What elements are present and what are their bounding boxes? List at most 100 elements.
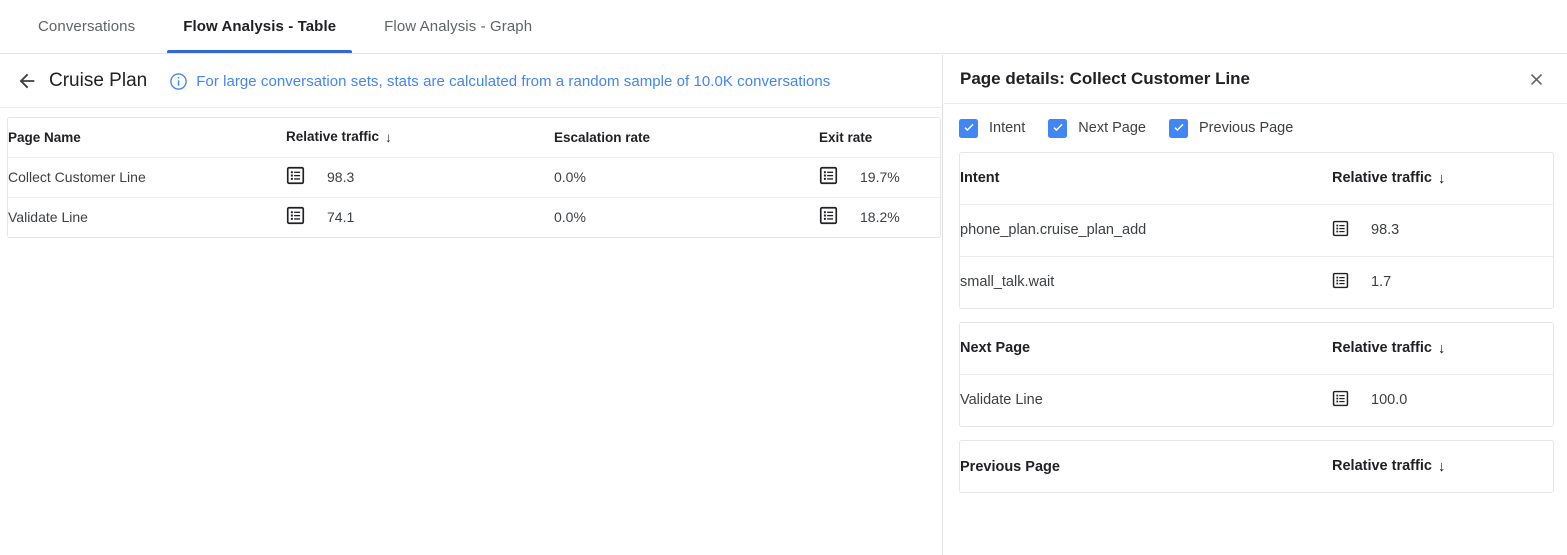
cell-exit-rate: 19.7% [819,157,940,197]
column-label: Page Name [8,130,81,145]
sampling-info-text: For large conversation sets, stats are c… [196,73,830,90]
cell-relative-traffic: 100.0 [1332,374,1553,426]
sampling-info: For large conversation sets, stats are c… [169,72,830,91]
column-header-previous-page[interactable]: Previous Page [960,441,1332,492]
cell-relative-traffic: 98.3 [286,157,554,197]
filter-checkbox-intent[interactable]: Intent [959,119,1025,138]
column-header-intent[interactable]: Intent [960,153,1332,204]
relative-traffic-value: 100.0 [1371,392,1407,408]
column-label: Previous Page [960,459,1060,475]
table-row[interactable]: small_talk.wait [960,256,1553,308]
column-label: Next Page [960,340,1030,356]
cell-page-name: Collect Customer Line [8,157,286,197]
checkbox-checked-icon[interactable] [1048,119,1067,138]
intent-table: Intent Relative traffic ↓ phone_plan.crui… [960,153,1553,308]
cell-escalation-rate: 0.0% [554,197,819,237]
relative-traffic-value: 98.3 [327,169,354,185]
column-label: Relative traffic [286,129,379,144]
relative-traffic-value: 98.3 [1371,222,1399,238]
column-label: Relative traffic [1332,458,1432,474]
column-header-relative-traffic[interactable]: Relative traffic ↓ [1332,323,1553,374]
tab-label: Flow Analysis - Table [183,18,336,35]
view-list-icon[interactable] [1332,390,1349,411]
column-label: Intent [960,170,999,186]
checkbox-checked-icon[interactable] [1169,119,1188,138]
filter-label: Next Page [1078,120,1146,136]
column-label: Escalation rate [554,130,650,145]
tab-conversations[interactable]: Conversations [14,0,159,53]
column-label: Relative traffic [1332,170,1432,186]
tab-label: Flow Analysis - Graph [384,18,532,35]
intent-name-text: phone_plan.cruise_plan_add [960,222,1146,238]
column-label: Relative traffic [1332,340,1432,356]
sort-descending-icon: ↓ [1438,171,1445,187]
cell-relative-traffic: 1.7 [1332,256,1553,308]
relative-traffic-value: 1.7 [1371,274,1391,290]
page-details-title: Page details: Collect Customer Line [960,69,1250,89]
filter-label: Previous Page [1199,120,1293,136]
exit-rate-value: 19.7% [860,169,900,185]
column-header-relative-traffic[interactable]: Relative traffic ↓ [1332,153,1553,204]
table-row[interactable]: Validate Line [960,374,1553,426]
sort-descending-icon: ↓ [1438,341,1445,357]
cell-escalation-rate: 0.0% [554,157,819,197]
filter-checkbox-previous-page[interactable]: Previous Page [1169,119,1293,138]
relative-traffic-value: 74.1 [327,209,354,225]
page-name-text: Collect Customer Line [8,169,146,185]
detail-card-intent: Intent Relative traffic ↓ phone_plan.crui… [959,152,1554,309]
tab-flow-analysis-table[interactable]: Flow Analysis - Table [159,0,360,53]
sort-descending-icon: ↓ [385,130,392,145]
cell-page-name: Validate Line [8,197,286,237]
tab-label: Conversations [38,18,135,35]
detail-filter-row: Intent Next Page Previous Page [944,104,1567,152]
view-list-icon[interactable] [286,206,305,228]
page-header: Cruise Plan For large conversation sets,… [0,55,942,108]
page-details-panel: Page details: Collect Customer Line Inte… [944,55,1567,555]
column-header-relative-traffic[interactable]: Relative traffic ↓ [286,118,554,157]
checkbox-checked-icon[interactable] [959,119,978,138]
table-row[interactable]: Collect Customer Line [8,157,940,197]
previous-page-table: Previous Page Relative traffic ↓ [960,441,1553,492]
exit-rate-value: 18.2% [860,209,900,225]
table-row[interactable]: Validate Line [8,197,940,237]
filter-label: Intent [989,120,1025,136]
view-list-icon[interactable] [286,166,305,188]
page-title: Cruise Plan [49,70,147,92]
arrow-left-icon[interactable] [14,68,40,94]
cell-intent-name: phone_plan.cruise_plan_add [960,204,1332,256]
sort-descending-icon: ↓ [1438,459,1445,475]
column-header-exit-rate[interactable]: Exit rate [819,118,940,157]
main-tab-bar: Conversations Flow Analysis - Table Flow… [0,0,1567,54]
table-header-row: Previous Page Relative traffic ↓ [960,441,1553,492]
column-header-relative-traffic[interactable]: Relative traffic ↓ [1332,441,1553,492]
tab-flow-analysis-graph[interactable]: Flow Analysis - Graph [360,0,556,53]
intent-name-text: small_talk.wait [960,274,1054,290]
detail-card-previous-page: Previous Page Relative traffic ↓ [959,440,1554,493]
flow-table-pane: Cruise Plan For large conversation sets,… [0,55,943,555]
cell-exit-rate: 18.2% [819,197,940,237]
view-list-icon[interactable] [1332,272,1349,293]
column-header-next-page[interactable]: Next Page [960,323,1332,374]
view-list-icon[interactable] [819,206,838,228]
table-row[interactable]: phone_plan.cruise_plan_add [960,204,1553,256]
table-header-row: Page Name Relative traffic ↓ Escalation r… [8,118,940,157]
flow-analysis-page: Conversations Flow Analysis - Table Flow… [0,0,1567,555]
column-label: Exit rate [819,130,872,145]
cell-relative-traffic: 74.1 [286,197,554,237]
close-icon[interactable] [1523,66,1549,92]
table-header-row: Next Page Relative traffic ↓ [960,323,1553,374]
page-name-text: Validate Line [8,209,88,225]
view-list-icon[interactable] [819,166,838,188]
page-details-header: Page details: Collect Customer Line [944,55,1567,104]
next-page-name-text: Validate Line [960,392,1043,408]
flow-table: Page Name Relative traffic ↓ Escalation r… [8,118,940,237]
view-list-icon[interactable] [1332,220,1349,241]
cell-relative-traffic: 98.3 [1332,204,1553,256]
column-header-escalation-rate[interactable]: Escalation rate [554,118,819,157]
column-header-page-name[interactable]: Page Name [8,118,286,157]
escalation-rate-value: 0.0% [554,209,586,225]
filter-checkbox-next-page[interactable]: Next Page [1048,119,1146,138]
escalation-rate-value: 0.0% [554,169,586,185]
flow-table-card: Page Name Relative traffic ↓ Escalation r… [7,117,941,238]
next-page-table: Next Page Relative traffic ↓ Validate Lin… [960,323,1553,426]
